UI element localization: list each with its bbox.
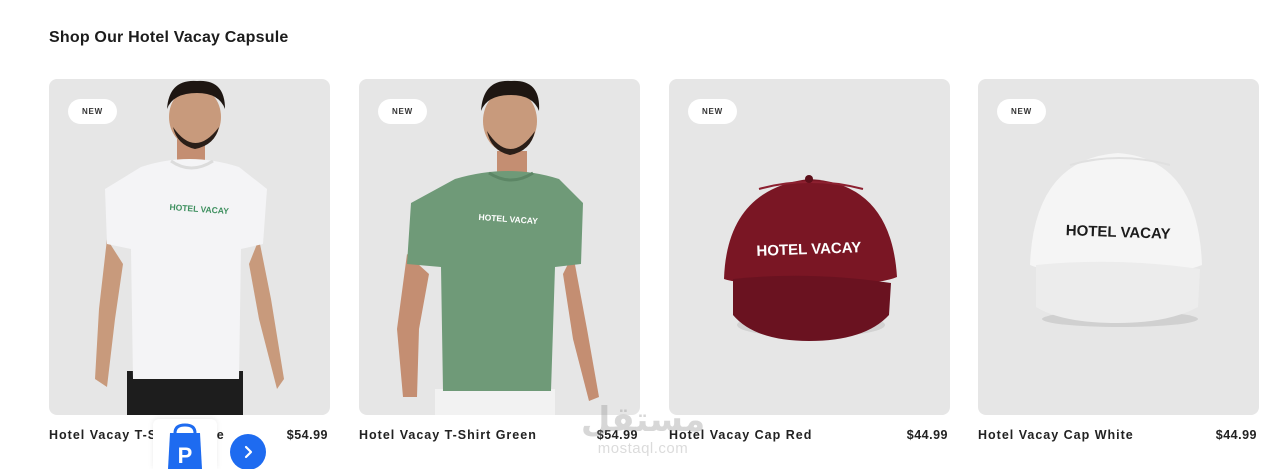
new-badge: NEW: [378, 99, 427, 124]
product-price: $54.99: [596, 428, 638, 442]
product-card[interactable]: HOTEL VACAY NEW Hotel Vacay Cap White $4…: [978, 79, 1259, 459]
product-image[interactable]: HOTEL VACAY NEW: [49, 79, 330, 415]
product-card[interactable]: HOTEL VACAY NEW Hotel Vacay Cap Red $44.…: [669, 79, 950, 459]
product-price: $44.99: [906, 428, 948, 442]
green-tshirt-model-image: HOTEL VACAY: [397, 80, 599, 415]
product-card[interactable]: HOTEL VACAY NEW Hotel Vacay T-Shirt Gree…: [359, 79, 640, 459]
product-image[interactable]: HOTEL VACAY NEW: [978, 79, 1259, 415]
new-badge: NEW: [68, 99, 117, 124]
white-tshirt-model-image: HOTEL VACAY: [95, 80, 284, 415]
white-cap-image: HOTEL VACAY: [1030, 153, 1202, 327]
chevron-right-icon: [244, 445, 253, 459]
product-image[interactable]: HOTEL VACAY NEW: [359, 79, 640, 415]
new-badge: NEW: [997, 99, 1046, 124]
product-name[interactable]: Hotel Vacay Cap Red: [669, 428, 812, 442]
red-cap-image: HOTEL VACAY: [724, 175, 897, 341]
product-price: $44.99: [1215, 428, 1257, 442]
new-badge: NEW: [688, 99, 737, 124]
product-name[interactable]: Hotel Vacay T-Shirt Green: [359, 428, 537, 442]
svg-text:P: P: [178, 443, 193, 468]
product-name[interactable]: Hotel Vacay Cap White: [978, 428, 1134, 442]
product-card[interactable]: HOTEL VACAY NEW Hotel Vacay T-Shirt Whit…: [49, 79, 330, 459]
product-image[interactable]: HOTEL VACAY NEW: [669, 79, 950, 415]
shop-widget[interactable]: P: [153, 419, 217, 469]
next-button[interactable]: [230, 434, 266, 469]
shopping-bag-icon: P: [168, 423, 202, 469]
product-price: $54.99: [286, 428, 328, 442]
page-title: Shop Our Hotel Vacay Capsule: [49, 29, 289, 46]
